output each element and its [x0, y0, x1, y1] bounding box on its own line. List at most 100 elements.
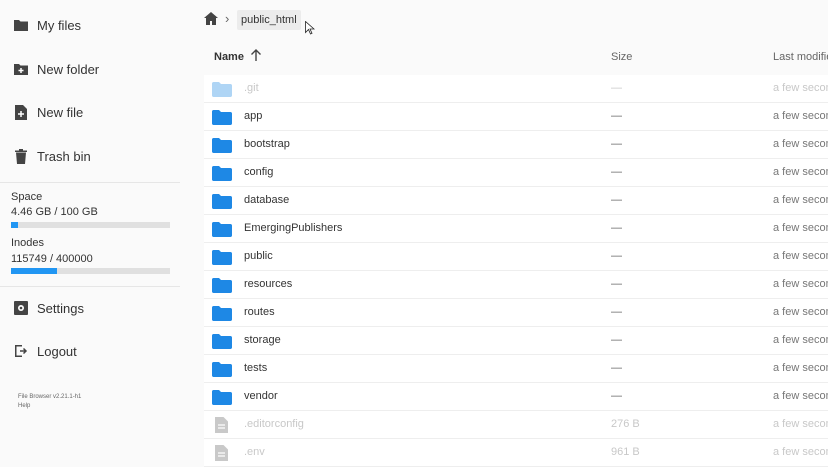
sidebar-item-my-files[interactable]: My files — [0, 7, 180, 43]
row-modified: a few secon — [773, 250, 828, 262]
sidebar-item-label: New folder — [37, 61, 100, 77]
row-name: vendor — [244, 390, 278, 402]
row-name: database — [244, 194, 290, 206]
help-link[interactable]: Help — [18, 403, 30, 409]
sidebar-item-trash-bin[interactable]: Trash bin — [0, 138, 180, 174]
column-modified-header[interactable]: Last modifie — [773, 51, 828, 63]
row-size: — — [611, 138, 622, 150]
space-progress-bar — [11, 222, 170, 228]
table-row[interactable]: .env 961 B a few secon — [204, 439, 828, 467]
folder-icon — [212, 362, 232, 377]
row-name: EmergingPublishers — [244, 222, 343, 234]
table-row[interactable]: storage — a few secon — [204, 327, 828, 355]
row-size: — — [611, 250, 622, 262]
table-row[interactable]: config — a few secon — [204, 159, 828, 187]
divider — [0, 182, 180, 183]
space-value: 4.46 GB / 100 GB — [11, 206, 98, 218]
row-size: 961 B — [611, 446, 640, 458]
row-name: app — [244, 110, 263, 122]
row-name: routes — [244, 306, 275, 318]
sidebar-item-label: My files — [37, 17, 82, 33]
folder-icon — [212, 166, 232, 181]
inodes-value: 115749 / 400000 — [11, 253, 93, 265]
folder-icon — [212, 334, 232, 349]
mouse-cursor-icon — [305, 20, 316, 35]
table-row[interactable]: vendor — a few secon — [204, 383, 828, 411]
sidebar: My files New folder New file Trash bin S… — [0, 0, 180, 453]
row-modified: a few secon — [773, 390, 828, 402]
row-name: .env — [244, 446, 265, 458]
table-row[interactable]: public — a few secon — [204, 243, 828, 271]
row-modified: a few secon — [773, 306, 828, 318]
table-row[interactable]: database — a few secon — [204, 187, 828, 215]
folder-icon — [212, 194, 232, 209]
row-modified: a few secon — [773, 418, 828, 430]
row-size: — — [611, 362, 622, 374]
sidebar-item-label: Trash bin — [37, 148, 91, 164]
table-header: Name Size Last modifie — [204, 43, 828, 71]
sidebar-item-logout[interactable]: Logout — [0, 333, 180, 369]
sidebar-item-new-folder[interactable]: New folder — [0, 51, 180, 87]
table-row[interactable]: routes — a few secon — [204, 299, 828, 327]
table-row[interactable]: app — a few secon — [204, 103, 828, 131]
inodes-progress-bar — [11, 268, 170, 274]
chevron-right-icon: › — [225, 11, 230, 26]
table-row[interactable]: bootstrap — a few secon — [204, 131, 828, 159]
row-size: — — [611, 222, 622, 234]
sidebar-item-label: Logout — [37, 343, 77, 359]
row-size: — — [611, 110, 622, 122]
space-progress-fill — [11, 222, 19, 228]
breadcrumb-item-current[interactable]: public_html — [237, 10, 301, 30]
row-name: public — [244, 250, 273, 262]
space-title: Space — [11, 191, 43, 203]
column-size-header[interactable]: Size — [611, 51, 632, 63]
folder-icon — [212, 222, 232, 237]
row-modified: a few secon — [773, 166, 828, 178]
new-folder-icon — [13, 61, 29, 77]
row-size: — — [611, 278, 622, 290]
row-size: — — [611, 194, 622, 206]
folder-icon — [212, 306, 232, 321]
folder-icon — [212, 250, 232, 265]
column-name-header[interactable]: Name — [214, 51, 244, 63]
row-size: 276 B — [611, 418, 640, 430]
sidebar-item-label: New file — [37, 104, 84, 120]
row-size: — — [611, 166, 622, 178]
row-name: tests — [244, 362, 268, 374]
sidebar-item-settings[interactable]: Settings — [0, 290, 180, 326]
row-name: resources — [244, 278, 293, 290]
arrow-up-icon[interactable] — [250, 49, 262, 63]
divider — [0, 286, 180, 287]
row-modified: a few secon — [773, 334, 828, 346]
folder-icon — [212, 82, 232, 97]
row-name: bootstrap — [244, 138, 290, 150]
row-name: .git — [244, 82, 259, 94]
inodes-progress-fill — [11, 268, 57, 274]
row-size: — — [611, 306, 622, 318]
breadcrumb: › public_html — [180, 0, 828, 38]
row-size: — — [611, 334, 622, 346]
version-text: File Browser v2.21.1-h1 — [18, 394, 82, 400]
folder-icon — [212, 278, 232, 293]
folder-icon — [212, 138, 232, 153]
row-modified: a few secon — [773, 222, 828, 234]
trash-icon — [13, 148, 29, 164]
row-modified: a few secon — [773, 82, 828, 94]
inodes-title: Inodes — [11, 237, 45, 249]
logout-icon — [13, 343, 29, 359]
row-modified: a few secon — [773, 446, 828, 458]
main-panel: › public_html Name Size Last modifie .gi… — [180, 0, 828, 467]
table-row[interactable]: .editorconfig 276 B a few secon — [204, 411, 828, 439]
row-size: — — [611, 390, 622, 402]
table-row[interactable]: resources — a few secon — [204, 271, 828, 299]
row-modified: a few secon — [773, 278, 828, 290]
file-icon — [215, 417, 235, 433]
sidebar-item-label: Settings — [37, 300, 84, 316]
new-file-icon — [13, 104, 29, 120]
home-icon[interactable] — [204, 12, 218, 26]
sidebar-item-new-file[interactable]: New file — [0, 94, 180, 130]
table-row[interactable]: EmergingPublishers — a few secon — [204, 215, 828, 243]
table-row[interactable]: tests — a few secon — [204, 355, 828, 383]
folder-icon — [13, 17, 29, 33]
table-row[interactable]: .git — a few secon — [204, 75, 828, 103]
